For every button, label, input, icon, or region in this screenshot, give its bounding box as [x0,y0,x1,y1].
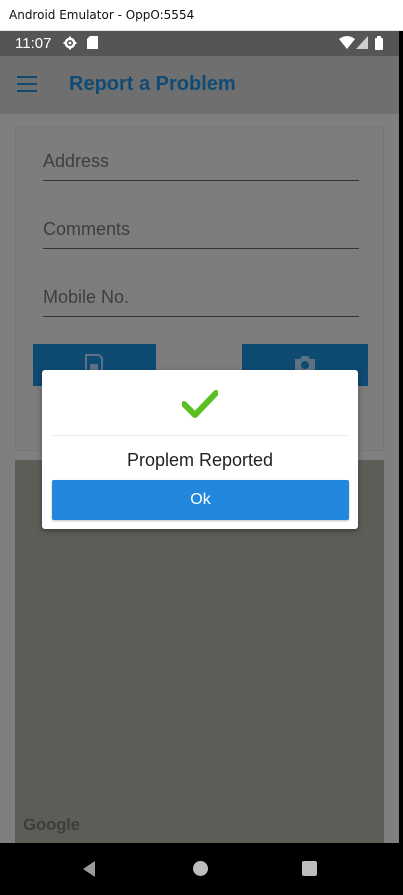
settings-icon [63,36,77,50]
navigation-bar [0,843,403,895]
ok-button[interactable]: Ok [52,480,349,520]
home-icon[interactable] [193,861,208,876]
mobile-number-field[interactable]: Mobile No. [43,287,359,317]
page-title: Report a Problem [69,73,236,95]
address-placeholder: Address [43,151,110,171]
battery-icon [375,36,383,50]
status-bar: 11:07 [0,31,399,56]
success-dialog: Proplem Reported Ok [42,370,358,529]
mobile-placeholder: Mobile No. [43,287,130,307]
hamburger-menu-icon[interactable] [17,76,37,92]
sd-card-icon [87,36,98,49]
google-logo: Google [23,815,80,834]
recents-icon[interactable] [302,861,317,876]
emulator-titlebar: Android Emulator - OppO:5554 [0,0,403,31]
address-field[interactable]: Address [43,151,359,181]
comments-placeholder: Comments [43,219,131,239]
emulator-title: Android Emulator - OppO:5554 [9,8,195,22]
back-icon[interactable] [83,861,95,877]
wifi-icon [339,36,355,49]
status-time: 11:07 [15,35,52,52]
app-bar: Report a Problem [0,56,399,114]
comments-field[interactable]: Comments [43,219,359,249]
dialog-message: Proplem Reported [126,450,274,470]
signal-icon [356,36,368,49]
checkmark-icon [182,390,218,418]
dialog-divider [52,435,348,436]
